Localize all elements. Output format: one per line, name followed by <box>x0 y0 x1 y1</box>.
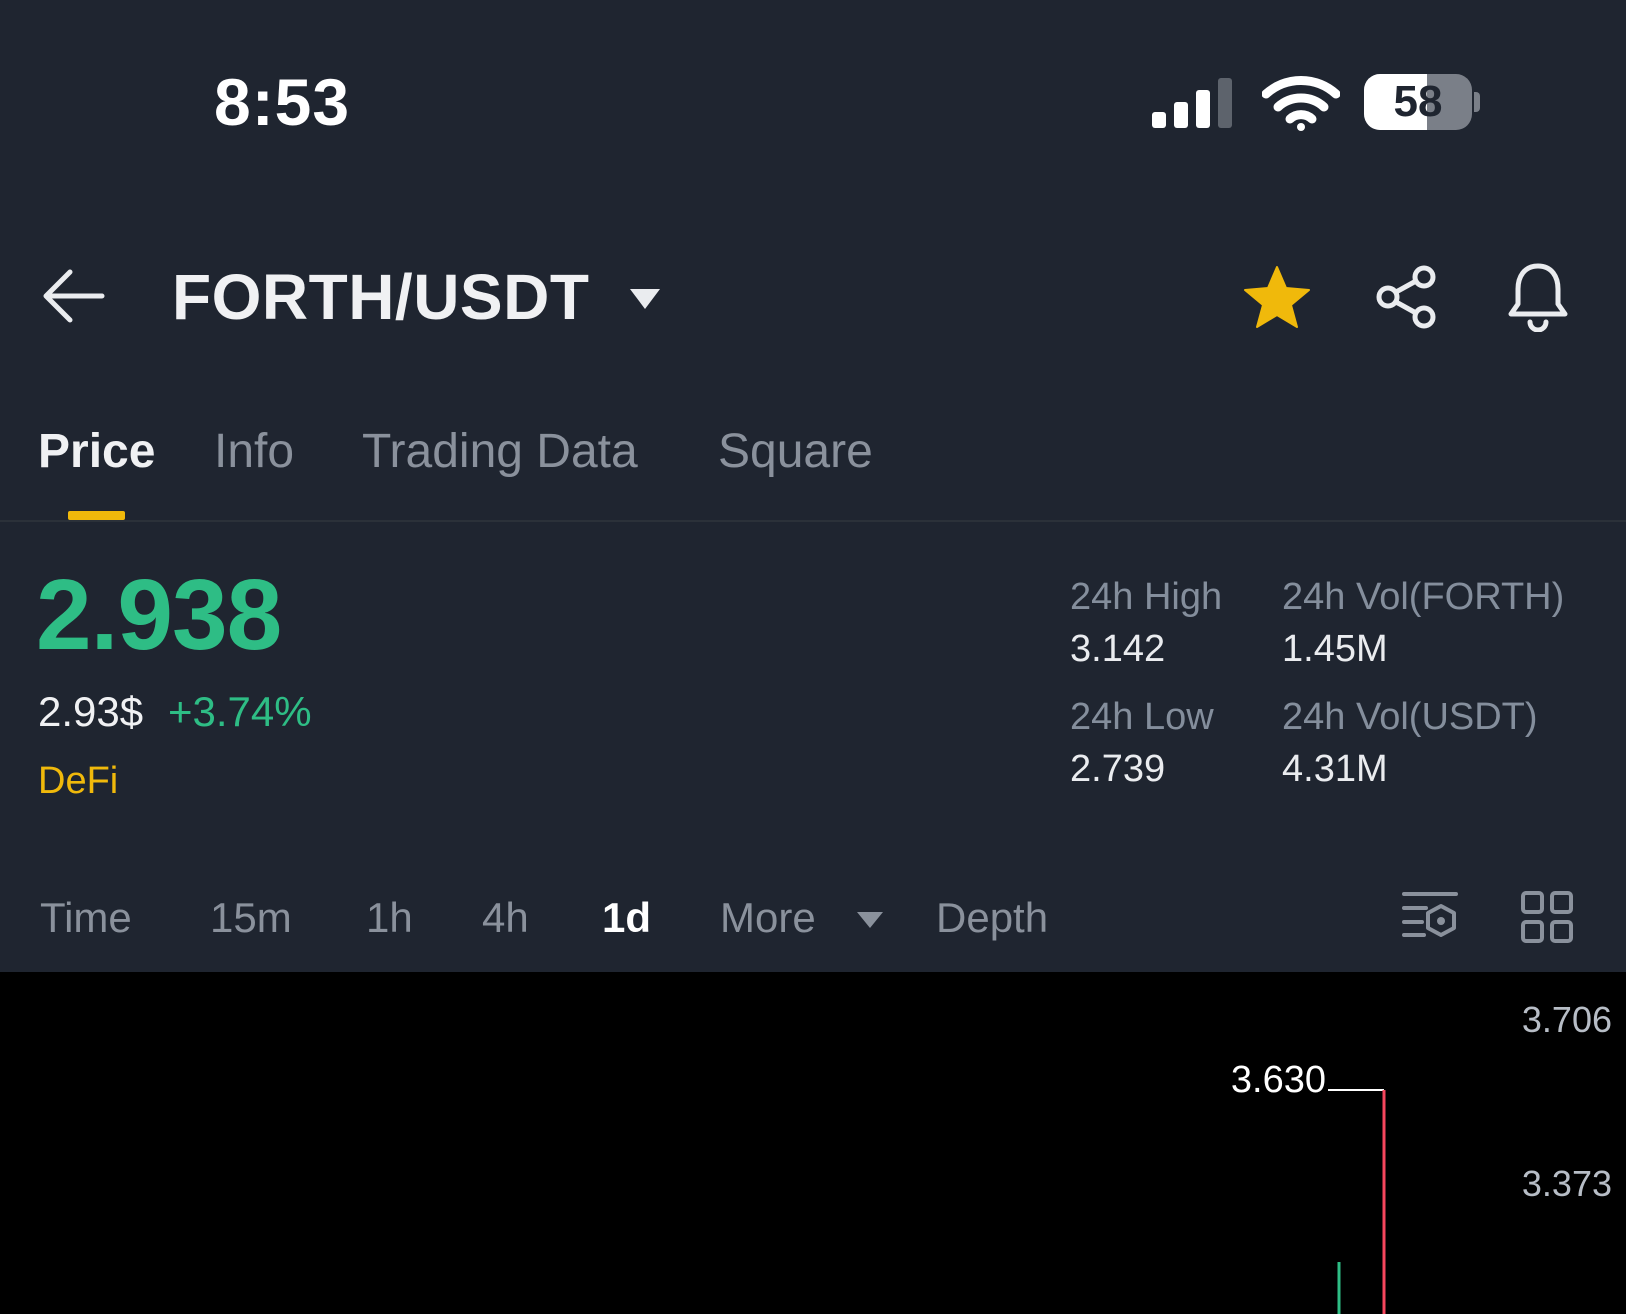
vol-quote-value: 4.31M <box>1282 748 1388 790</box>
star-icon[interactable] <box>1242 264 1312 330</box>
cellular-signal-icon <box>1152 78 1232 128</box>
indicator-settings-icon[interactable] <box>1402 890 1460 940</box>
interval-time[interactable]: Time <box>40 894 132 942</box>
tab-square[interactable]: Square <box>718 424 873 479</box>
interval-more[interactable]: More <box>720 894 816 942</box>
arrow-left-icon[interactable] <box>40 268 106 324</box>
share-icon[interactable] <box>1374 264 1440 330</box>
low-24h-value: 2.739 <box>1070 748 1166 790</box>
y-tick-label: 3.706 <box>1522 999 1612 1040</box>
usd-price: 2.93$ <box>38 688 144 735</box>
chart-canvas[interactable]: 3.706 3.373 3.630 <box>0 972 1626 1314</box>
low-24h-label: 24h Low <box>1070 696 1214 738</box>
interval-depth[interactable]: Depth <box>936 894 1048 942</box>
last-price: 2.938 <box>36 559 282 671</box>
status-time: 8:53 <box>214 65 351 139</box>
pair-title[interactable]: FORTH/USDT <box>172 260 589 334</box>
vol-base-value: 1.45M <box>1282 628 1388 670</box>
interval-1d[interactable]: 1d <box>602 894 651 942</box>
wifi-icon <box>1262 76 1340 131</box>
tab-price[interactable]: Price <box>38 424 155 479</box>
tabs-divider <box>0 520 1626 522</box>
interval-15m[interactable]: 15m <box>210 894 292 942</box>
battery-indicator: 58 <box>1364 74 1482 132</box>
tab-info[interactable]: Info <box>214 424 294 479</box>
price-change-percent: +3.74% <box>168 688 312 735</box>
y-tick-label: 3.373 <box>1522 1163 1612 1204</box>
caret-down-icon[interactable] <box>628 287 662 311</box>
category-tag[interactable]: DeFi <box>38 760 118 803</box>
vol-quote-label: 24h Vol(USDT) <box>1282 696 1538 738</box>
bell-icon[interactable] <box>1506 262 1570 332</box>
interval-4h[interactable]: 4h <box>482 894 529 942</box>
tab-trading-data[interactable]: Trading Data <box>362 424 638 479</box>
grid-icon[interactable] <box>1520 890 1574 944</box>
high-marker-label: 3.630 <box>1231 1059 1326 1101</box>
high-24h-value: 3.142 <box>1070 628 1166 670</box>
high-24h-label: 24h High <box>1070 576 1223 618</box>
price-chart[interactable]: 3.706 3.373 3.630 <box>0 972 1626 1314</box>
battery-level: 58 <box>1393 77 1443 126</box>
caret-down-icon[interactable] <box>856 910 884 930</box>
active-tab-indicator <box>68 511 125 520</box>
interval-1h[interactable]: 1h <box>366 894 413 942</box>
vol-base-label: 24h Vol(FORTH) <box>1282 576 1565 618</box>
